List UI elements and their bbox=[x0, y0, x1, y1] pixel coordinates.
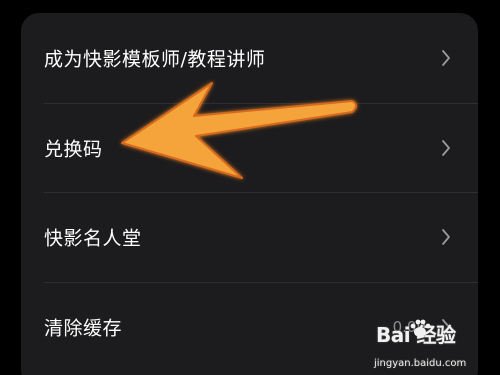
chevron-right-icon bbox=[442, 50, 450, 66]
menu-item-become-template-creator[interactable]: 成为快影模板师/教程讲师 bbox=[21, 13, 478, 103]
menu-item-label: 成为快影模板师/教程讲师 bbox=[44, 48, 266, 71]
menu-item-label: 兑换码 bbox=[44, 138, 103, 161]
watermark-url: jingyan.baidu.com bbox=[374, 358, 467, 369]
menu-item-label: 快影名人堂 bbox=[44, 227, 142, 250]
menu-item-hall-of-fame[interactable]: 快影名人堂 bbox=[21, 192, 478, 282]
baidu-paw-icon bbox=[410, 319, 431, 337]
chevron-right-icon bbox=[442, 229, 450, 245]
screen: 成为快影模板师/教程讲师 兑换码 快影名人堂 清除缓存 0.09 Bai 经验 … bbox=[0, 0, 500, 375]
menu-item-label: 清除缓存 bbox=[44, 317, 123, 340]
menu-item-redeem-code[interactable]: 兑换码 bbox=[21, 103, 478, 193]
chevron-right-icon bbox=[442, 140, 450, 156]
baidu-jingyan-watermark: Bai 经验 jingyan.baidu.com bbox=[368, 313, 494, 371]
